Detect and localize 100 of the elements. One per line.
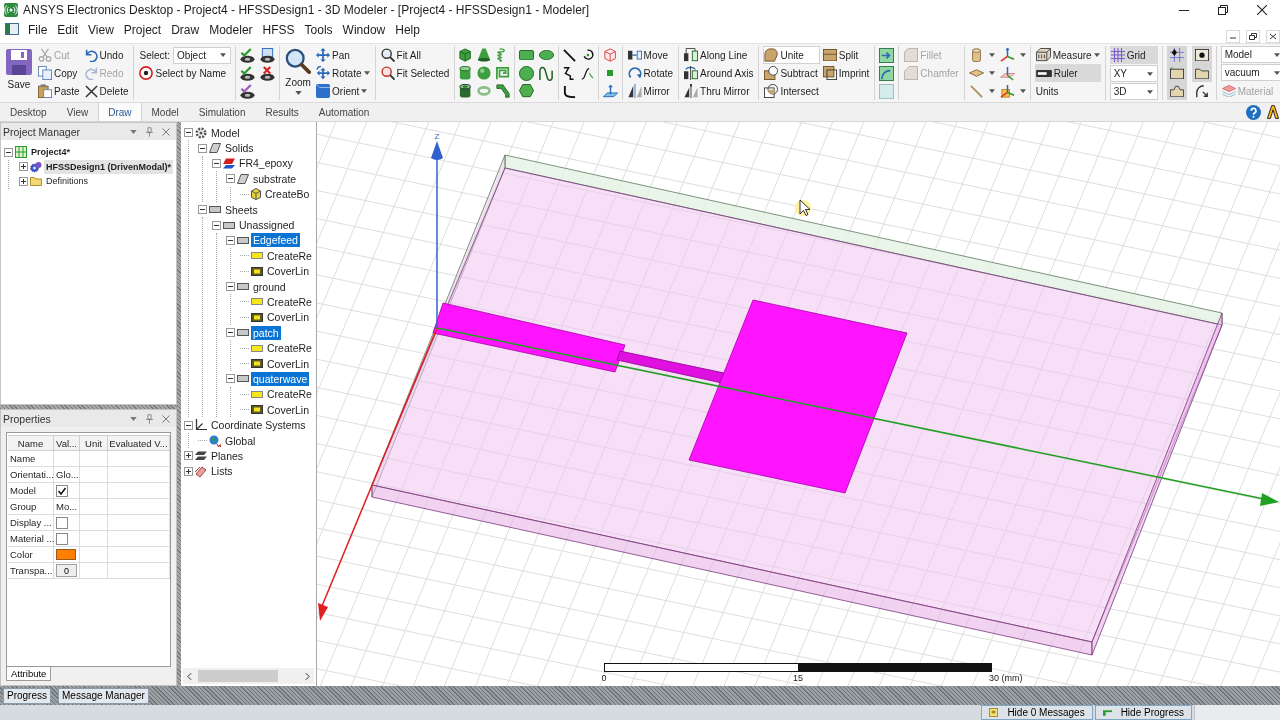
ellipse-icon[interactable] [538,50,554,60]
rectangle-icon[interactable] [518,49,534,61]
collapse-icon[interactable] [198,205,207,215]
zigzag-line-icon[interactable] [563,66,575,80]
ribbon-tab[interactable]: Draw [98,103,142,121]
hexagon-icon[interactable] [518,84,534,98]
tree-item[interactable]: Model [209,125,242,140]
delete-button[interactable]: Delete [83,82,130,100]
curved-arrow-panel-icon[interactable] [879,65,895,81]
units-button[interactable]: Units [1034,82,1101,100]
tree-item[interactable]: Coordinate Systems [209,418,308,433]
value-button[interactable]: 0 [56,564,77,577]
column-header[interactable]: Unit [80,435,108,451]
tree-item[interactable]: quaterwave [251,371,310,386]
intersect-button[interactable]: Intersect [763,82,820,100]
tree-item[interactable]: Edgefeed [251,233,300,248]
pin-icon[interactable] [146,126,153,137]
mirror-button[interactable]: Mirror [626,82,675,100]
table-cell[interactable] [54,451,80,467]
tree-item[interactable]: Sheets [223,202,260,217]
axes-cube-icon[interactable] [999,83,1015,99]
restore-icon[interactable] [1218,5,1228,15]
collapse-icon[interactable] [226,235,235,245]
snap-toggle[interactable] [1191,64,1212,82]
hide-progress-button[interactable]: Hide Progress [1094,705,1192,720]
color-swatch[interactable] [56,549,76,560]
chevron-right-icon[interactable] [305,671,310,681]
move-button[interactable]: Move [626,46,675,64]
restore-icon[interactable] [1246,30,1260,43]
ribbon-tab[interactable]: Desktop [0,103,57,121]
collapse-icon[interactable] [184,420,193,430]
thin-line-strip[interactable] [616,350,725,384]
plane-dropdown[interactable]: XY [1109,65,1158,82]
pin-icon[interactable] [146,413,153,424]
pan-button[interactable]: Pan [315,46,371,64]
collapse-icon[interactable] [226,282,235,292]
expand-icon[interactable] [184,466,193,476]
imprint-button[interactable]: Imprint [821,64,871,82]
rotate-button[interactable]: Rotate [626,64,675,82]
paste-button[interactable]: Paste [37,82,81,100]
tree-item[interactable]: CreateRe [265,387,314,402]
plane-arrow-icon[interactable] [602,84,618,98]
eye-panel-icon[interactable] [260,47,276,63]
feed-strip[interactable] [432,302,626,373]
collapse-icon[interactable] [198,143,207,153]
curve-icon[interactable] [580,66,594,80]
ribbon-tab[interactable]: Simulation [188,103,256,121]
hook-curve-icon[interactable] [562,84,576,98]
table-cell[interactable]: Glo... [54,467,80,483]
measure-button[interactable]: Measure [1034,46,1101,64]
menu-item[interactable]: Edit [52,23,84,37]
eye-cross-icon[interactable] [260,65,276,81]
collapse-icon[interactable] [226,174,235,184]
horizontal-scrollbar[interactable] [183,668,314,684]
chevron-left-icon[interactable] [187,671,192,681]
around-axis-button[interactable]: Around Axis [683,64,755,82]
arrow-panel-icon[interactable] [879,47,895,63]
menu-item[interactable]: Modeler [204,23,258,37]
cylinder-icon[interactable] [971,48,981,62]
collapse-icon[interactable] [212,220,221,230]
axes-plane-icon[interactable] [999,65,1015,81]
ruler-button[interactable]: Ruler [1034,64,1101,82]
save-button[interactable]: Save [4,46,34,100]
rod-icon[interactable] [969,84,983,98]
tree-item[interactable]: Solids [223,141,256,156]
eye-check-icon[interactable] [240,65,256,81]
subtract-button[interactable]: Subtract [763,64,820,82]
expand-icon[interactable] [184,451,193,461]
rotate-button[interactable]: Rotate [315,64,371,82]
ribbon-tab[interactable]: View [56,103,99,121]
column-header[interactable]: Name [8,435,54,451]
ribbon-tab[interactable]: Automation [308,103,380,121]
checkbox[interactable] [56,484,68,497]
tree-item[interactable]: substrate [251,171,299,186]
collapse-icon[interactable] [226,328,235,338]
column-header[interactable]: Val... [54,435,80,451]
tree-item[interactable]: CoverLin [265,402,312,417]
tree-item[interactable]: ground [251,279,288,294]
curve-icon[interactable] [538,65,554,81]
menu-item[interactable]: File [23,23,53,37]
tree-item[interactable]: CreateRe [265,341,314,356]
fit-all-button[interactable]: Fit All [379,46,451,64]
collapse-icon[interactable] [212,158,221,168]
tree-item[interactable]: Global [223,433,258,448]
tube-icon[interactable] [459,84,472,98]
menu-item[interactable]: HFSS [257,23,300,37]
minimize-icon[interactable] [1179,9,1189,11]
square-point-icon[interactable] [607,70,614,76]
undo-button[interactable]: Undo [83,46,130,64]
menu-item[interactable]: Tools [299,23,338,37]
expand-icon[interactable] [19,162,28,172]
cylinder-icon[interactable] [459,66,472,80]
tree-item[interactable]: Project4* [29,145,73,160]
help-icon[interactable] [1246,104,1261,120]
checkbox[interactable] [56,516,68,529]
menu-item[interactable]: Window [337,23,391,37]
view-dropdown[interactable]: 3D [1109,83,1158,100]
attribute-tab[interactable]: Attribute [6,667,52,681]
select-dropdown[interactable]: Object [173,46,232,64]
axes-icon[interactable] [999,47,1015,63]
